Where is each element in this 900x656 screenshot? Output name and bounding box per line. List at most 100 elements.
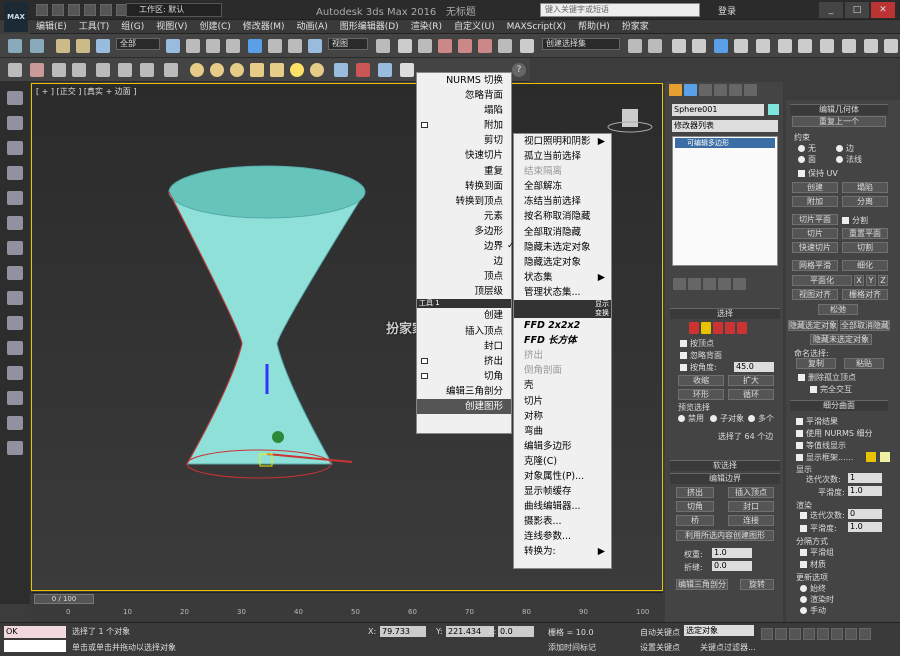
cage-color-1[interactable] <box>866 452 876 462</box>
menu-item-5[interactable]: 修改器(M) <box>237 20 291 34</box>
quad-item-quad_left-11[interactable]: 边界 ✓ <box>417 239 515 254</box>
quad-item-quad_right-10[interactable]: 管理状态集... <box>514 285 611 300</box>
z-coord-field[interactable]: 0.0 <box>498 626 534 637</box>
angle-snap-icon[interactable] <box>458 39 472 53</box>
move-tool-icon[interactable] <box>7 216 23 230</box>
ring-button[interactable]: 环形 <box>678 389 724 400</box>
detach-button[interactable]: 分离 <box>842 196 888 207</box>
quad-item-quad_right-6[interactable]: 全部取消隐藏 <box>514 225 611 240</box>
polygon-mode-icon[interactable] <box>725 322 735 334</box>
menu-item-6[interactable]: 动画(A) <box>291 20 334 34</box>
preview-multi-radio[interactable]: 多个 <box>748 413 774 424</box>
maxscript-input[interactable] <box>4 640 66 652</box>
app-logo[interactable]: MAX <box>4 2 28 32</box>
quad-item-quad_right-4[interactable]: 冻结当前选择 <box>514 194 611 209</box>
hide-unselected-button[interactable]: 隐藏未选定对象 <box>810 334 872 345</box>
split-checkbox[interactable]: 分割 <box>842 215 868 226</box>
quad-item-quad_left-6[interactable]: 重复 <box>417 164 511 179</box>
render-setup-icon[interactable] <box>778 39 792 53</box>
preview-disabled-radio[interactable]: 禁用 <box>678 413 704 424</box>
rotate-icon[interactable] <box>268 39 282 53</box>
star-icon[interactable] <box>7 391 23 405</box>
menu-item-2[interactable]: 组(G) <box>115 20 150 34</box>
key-filter-dropdown[interactable]: 选定对象 <box>684 625 754 636</box>
teapot-icon[interactable] <box>884 39 898 53</box>
quad-item-quad_right-0[interactable]: 视口照明和阴影 ▶ <box>514 134 611 149</box>
mirror-icon[interactable] <box>628 39 642 53</box>
quad-item-quad_right-15[interactable]: 挤出 <box>514 348 611 363</box>
grid-align-button[interactable]: 栅格对齐 <box>842 289 888 300</box>
quad-item-quad_left-22[interactable]: 创建图形 <box>417 398 511 415</box>
menu-item-11[interactable]: 帮助(H) <box>572 20 616 34</box>
unhide-all-button[interactable]: 全部取消隐藏 <box>840 320 890 331</box>
settings-icon[interactable] <box>7 316 23 330</box>
quad-item-quad_left-14[interactable]: 顶层级 <box>417 284 511 299</box>
percent-snap-icon[interactable] <box>478 39 492 53</box>
open-file-icon[interactable] <box>52 4 64 16</box>
modifier-icon[interactable] <box>356 63 370 77</box>
schematic-view-icon[interactable] <box>734 39 748 53</box>
remove-modifier-icon[interactable] <box>718 278 731 290</box>
light-bulb-icon[interactable] <box>290 63 304 77</box>
quad-item-quad_left-9[interactable]: 元素 <box>417 209 511 224</box>
meshsmooth-button[interactable]: 网格平滑 <box>792 260 838 271</box>
keyboard-shortcut-icon[interactable] <box>418 39 432 53</box>
quad-item-quad_right-24[interactable]: 显示帧缓存 <box>514 484 611 499</box>
quad-item-quad_left-4[interactable]: 剪切 <box>417 133 511 148</box>
full-interactivity-checkbox[interactable]: 完全交互 <box>810 384 852 395</box>
reset-plane-button[interactable]: 重置平面 <box>842 228 888 239</box>
slice-button[interactable]: 切片 <box>792 228 838 239</box>
quad-item-quad_right-21[interactable]: 编辑多边形 <box>514 439 611 454</box>
constraint-face-radio[interactable]: 面 <box>798 154 816 165</box>
quad-item-quad_right-26[interactable]: 摄影表... <box>514 514 611 529</box>
orbit-icon[interactable] <box>859 628 871 640</box>
utilities-tab-icon[interactable] <box>744 84 757 96</box>
quickslice-button[interactable]: 快速切片 <box>792 242 838 253</box>
link-icon[interactable] <box>56 39 70 53</box>
relax-button[interactable]: 松弛 <box>818 304 858 315</box>
select-manipulate-icon[interactable] <box>398 39 412 53</box>
render-iterations-field[interactable]: 0 <box>848 509 882 519</box>
light-icon[interactable] <box>96 63 110 77</box>
modifier-stack[interactable] <box>672 136 778 266</box>
menu-item-9[interactable]: 自定义(U) <box>448 20 501 34</box>
show-end-icon[interactable] <box>688 278 701 290</box>
undo-icon[interactable] <box>84 4 96 16</box>
ribbon-icon[interactable] <box>692 39 706 53</box>
quad-item-quad_right-28[interactable]: 转换为: ▶ <box>514 544 611 559</box>
quad-item-quad_right-5[interactable]: 按名称取消隐藏 <box>514 209 611 224</box>
share-icon[interactable] <box>7 441 23 455</box>
make-planar-button[interactable]: 平面化 <box>792 275 852 286</box>
quad-item-quad_left-0[interactable]: NURMS 切换 <box>417 73 511 88</box>
vertex-mode-icon[interactable] <box>689 322 699 334</box>
render-icon[interactable] <box>820 39 834 53</box>
make-unique-icon[interactable] <box>703 278 716 290</box>
login-link[interactable]: 登录 <box>718 4 736 17</box>
menu-item-0[interactable]: 编辑(E) <box>30 20 73 34</box>
quad-item-quad_right-17[interactable]: 壳 <box>514 378 611 393</box>
paste-button[interactable]: 粘贴 <box>844 358 884 369</box>
next-frame-icon[interactable] <box>803 628 815 640</box>
edit-icon[interactable] <box>7 166 23 180</box>
user-icon[interactable] <box>7 366 23 380</box>
quad-item-quad_right-14[interactable]: FFD 长方体 <box>514 333 611 348</box>
quad-item-quad_right-27[interactable]: 连线参数... <box>514 529 611 544</box>
preserve-uv-checkbox[interactable]: 保持 UV <box>798 168 838 179</box>
move-icon[interactable] <box>248 39 262 53</box>
border-mode-icon[interactable] <box>713 322 723 334</box>
cylinder-icon[interactable] <box>270 63 284 77</box>
undo-icon[interactable] <box>8 39 22 53</box>
bridge-button[interactable]: 桥 <box>676 515 714 526</box>
copy-button[interactable]: 复制 <box>796 358 836 369</box>
named-selection-dropdown[interactable]: 创建选择集 <box>542 38 620 50</box>
isoline-checkbox[interactable]: 等值线显示 <box>796 440 846 451</box>
angle-field[interactable]: 45.0 <box>734 362 774 372</box>
loop-button[interactable]: 循环 <box>728 389 774 400</box>
quad-item-quad_left-7[interactable]: 转换到面 <box>417 179 511 194</box>
hide-selected-button[interactable]: 隐藏选定对象 <box>788 320 838 331</box>
shrink-button[interactable]: 收缩 <box>678 375 724 386</box>
view-align-button[interactable]: 视图对齐 <box>792 289 838 300</box>
geosphere-icon[interactable] <box>210 63 224 77</box>
edit-borders-rollout-header[interactable]: 编辑边界 <box>670 473 780 484</box>
close-icon[interactable]: ✕ <box>871 2 895 18</box>
